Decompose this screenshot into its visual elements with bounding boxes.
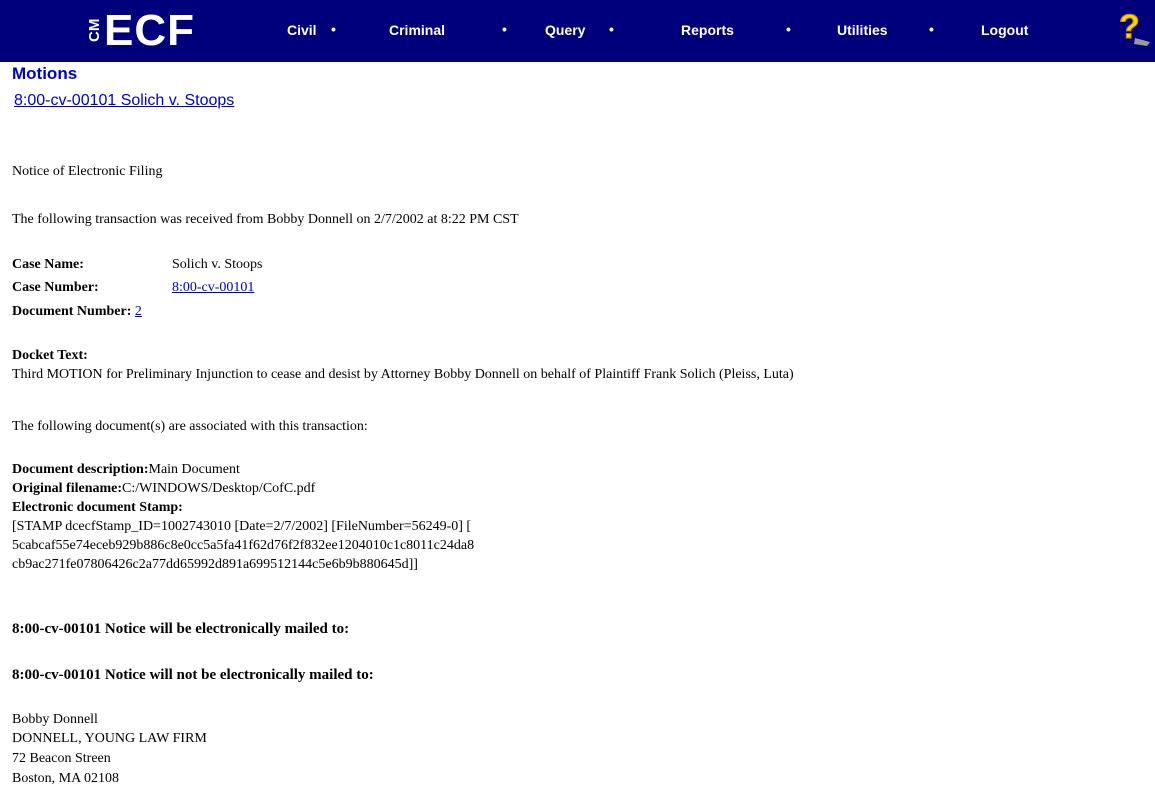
stamp-line: [STAMP dcecfStamp_ID=1002743010 [Date=2/… <box>12 519 472 534</box>
original-filename-label: Original filename: <box>12 481 123 496</box>
nav-separator: • <box>786 21 791 37</box>
nav-separator: • <box>502 21 507 37</box>
document-number-label: Document Number: <box>12 304 132 319</box>
stamp-label: Electronic document Stamp: <box>12 500 183 515</box>
stamp-line: 5cabcaf55e74eceb929b886c8e0cc5a5fa41f62d… <box>12 538 475 553</box>
nav-query[interactable]: Query <box>545 22 585 38</box>
nav-separator: • <box>331 21 336 37</box>
nav-separator: • <box>609 21 614 37</box>
recipient-line: Bobby Donnell <box>12 712 98 727</box>
nav-criminal[interactable]: Criminal <box>389 22 445 38</box>
stamp-line: cb9ac271fe07806426c2a77dd65992d891a69951… <box>12 557 418 572</box>
docket-text-value: Third MOTION for Preliminary Injunction … <box>12 367 794 382</box>
nav-reports[interactable]: Reports <box>681 22 734 38</box>
docket-text-label: Docket Text: <box>12 348 88 363</box>
nav-utilities[interactable]: Utilities <box>837 22 888 38</box>
notice-heading: Notice of Electronic Filing <box>12 164 163 179</box>
logo-ecf-text: ECF <box>104 6 195 55</box>
original-filename-value: C:/WINDOWS/Desktop/CofC.pdf <box>122 481 316 496</box>
top-nav-bar: CM ECF Civil • Criminal • Query • Report… <box>0 0 1155 62</box>
doc-description-label: Document description: <box>12 462 149 477</box>
document-number-link[interactable]: 2 <box>135 304 142 319</box>
case-number-link[interactable]: 8:00-cv-00101 <box>172 279 254 297</box>
transaction-line: The following transaction was received f… <box>12 212 519 227</box>
case-title-link[interactable]: 8:00-cv-00101 Solich v. Stoops <box>14 92 234 110</box>
case-number-label: Case Number: <box>12 280 99 295</box>
mailed-heading: 8:00-cv-00101 Notice will be electronica… <box>12 621 350 637</box>
page-title: Motions <box>12 64 78 83</box>
case-name-value: Solich v. Stoops <box>172 257 263 272</box>
not-mailed-heading: 8:00-cv-00101 Notice will not be electro… <box>12 667 374 683</box>
nav-civil[interactable]: Civil <box>287 22 317 38</box>
doc-description-value: Main Document <box>148 462 240 477</box>
recipient-line: DONNELL, YOUNG LAW FIRM <box>12 731 207 746</box>
nav-logout[interactable]: Logout <box>981 22 1028 38</box>
case-name-label: Case Name: <box>12 257 84 272</box>
associated-docs-line: The following document(s) are associated… <box>12 419 368 434</box>
recipient-line: 72 Beacon Streen <box>12 751 111 766</box>
original-filename-row: Original filename:C:/WINDOWS/Desktop/Cof… <box>12 480 315 498</box>
recipient-line: Boston, MA 02108 <box>12 771 119 786</box>
nav-separator: • <box>929 21 934 37</box>
document-number-row: Document Number: 2 <box>12 303 142 321</box>
logo-cm-text: CM <box>86 18 103 42</box>
cmecf-logo[interactable]: CM ECF <box>84 0 195 62</box>
help-question-icon[interactable]: ? <box>1117 8 1151 50</box>
doc-description-row: Document description:Main Document <box>12 461 240 479</box>
